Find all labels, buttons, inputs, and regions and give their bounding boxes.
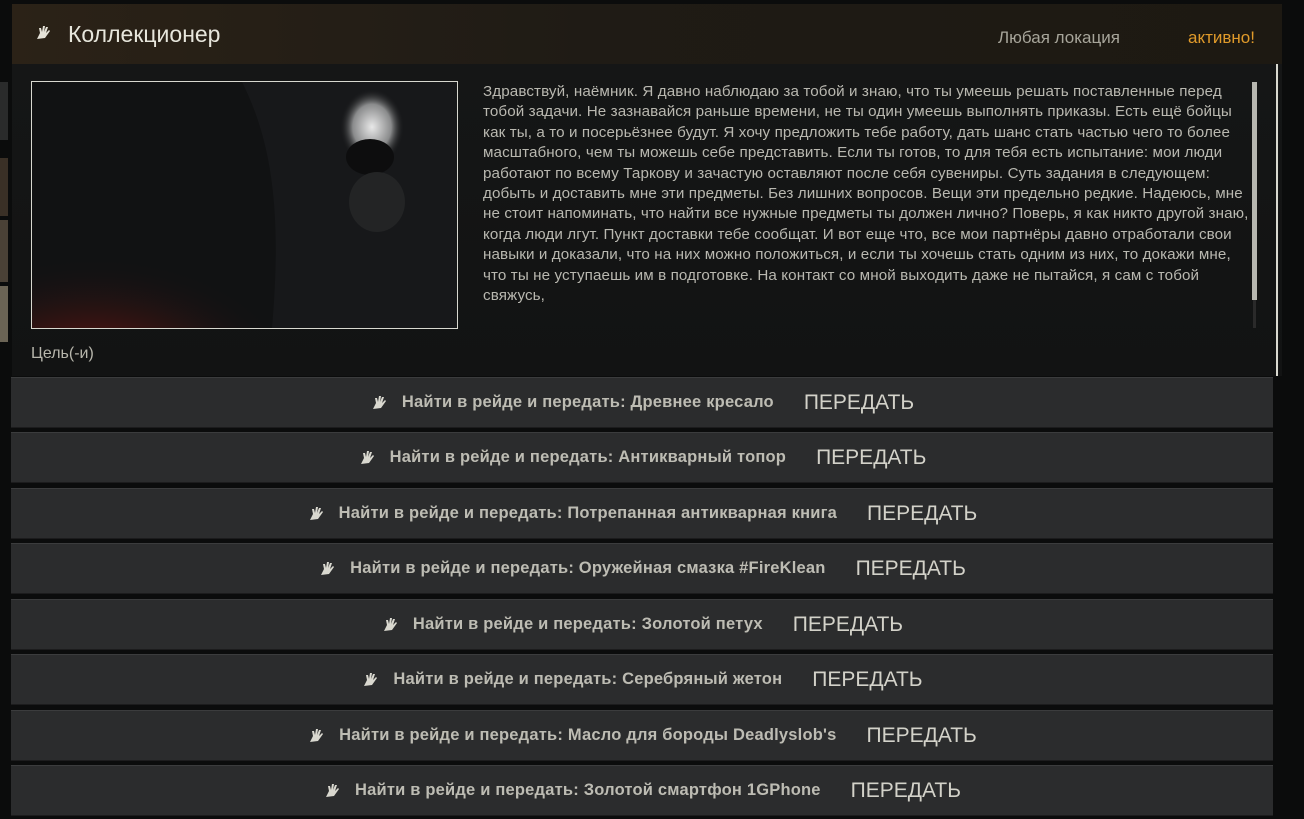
objective-row: Найти в рейде и передать: Древнее кресал… [11, 377, 1273, 428]
trader-thumbnail-strip [0, 70, 8, 370]
objective-text: Найти в рейде и передать: Серебряный жет… [393, 670, 783, 688]
hand-icon [34, 24, 52, 42]
objectives-label: Цель(-и) [31, 345, 94, 362]
handover-button[interactable]: ПЕРЕДАТЬ [867, 502, 977, 526]
objective-row: Найти в рейде и передать: Серебряный жет… [11, 654, 1273, 705]
quest-status: активно! [1188, 28, 1255, 47]
panel-divider [1276, 64, 1278, 376]
objective-text: Найти в рейде и передать: Золотой смартф… [355, 781, 821, 799]
objective-text: Найти в рейде и передать: Антикварный то… [389, 448, 787, 466]
handover-button[interactable]: ПЕРЕДАТЬ [856, 557, 966, 581]
quest-title: Коллекционер [68, 21, 221, 47]
trader-thumbnail[interactable] [0, 158, 8, 216]
objective-text: Найти в рейде и передать: Оружейная смаз… [350, 559, 826, 577]
handover-button[interactable]: ПЕРЕДАТЬ [816, 446, 926, 470]
objective-text: Найти в рейде и передать: Золотой петух [412, 615, 763, 633]
description-scrollbar-thumb[interactable] [1252, 82, 1257, 300]
objective-text: Найти в рейде и передать: Древнее кресал… [401, 393, 774, 411]
handover-button[interactable]: ПЕРЕДАТЬ [793, 613, 903, 637]
hand-icon [358, 449, 376, 467]
handover-button[interactable]: ПЕРЕДАТЬ [867, 724, 977, 748]
trader-thumbnail[interactable] [0, 82, 8, 140]
objective-row: Найти в рейде и передать: Золотой петух … [11, 599, 1273, 650]
objective-text: Найти в рейде и передать: Потрепанная ан… [338, 504, 838, 522]
objective-row: Найти в рейде и передать: Антикварный то… [11, 432, 1273, 483]
objective-row: Найти в рейде и передать: Оружейная смаз… [11, 543, 1273, 594]
quest-header: Коллекционер Любая локация активно! [0, 4, 1282, 65]
handover-button[interactable]: ПЕРЕДАТЬ [804, 391, 914, 415]
handover-button[interactable]: ПЕРЕДАТЬ [851, 779, 961, 803]
hand-icon [307, 727, 325, 745]
trader-thumbnail[interactable] [0, 286, 8, 342]
hand-icon [318, 560, 336, 578]
objective-text: Найти в рейде и передать: Масло для боро… [339, 726, 837, 744]
hand-icon [381, 616, 399, 634]
quest-location: Любая локация [998, 28, 1120, 47]
objective-row: Найти в рейде и передать: Золотой смартф… [11, 765, 1273, 816]
objective-row: Найти в рейде и передать: Масло для боро… [11, 710, 1273, 761]
hand-icon [323, 782, 341, 800]
hand-icon [361, 671, 379, 689]
hand-icon [370, 394, 388, 412]
quest-description: Здравствуй, наёмник. Я давно наблюдаю за… [483, 83, 1249, 305]
trader-thumbnail[interactable] [0, 220, 8, 282]
objective-row: Найти в рейде и передать: Потрепанная ан… [11, 488, 1273, 539]
trader-portrait [31, 81, 458, 329]
header-notch [0, 18, 12, 50]
hand-icon [307, 505, 325, 523]
handover-button[interactable]: ПЕРЕДАТЬ [812, 668, 922, 692]
